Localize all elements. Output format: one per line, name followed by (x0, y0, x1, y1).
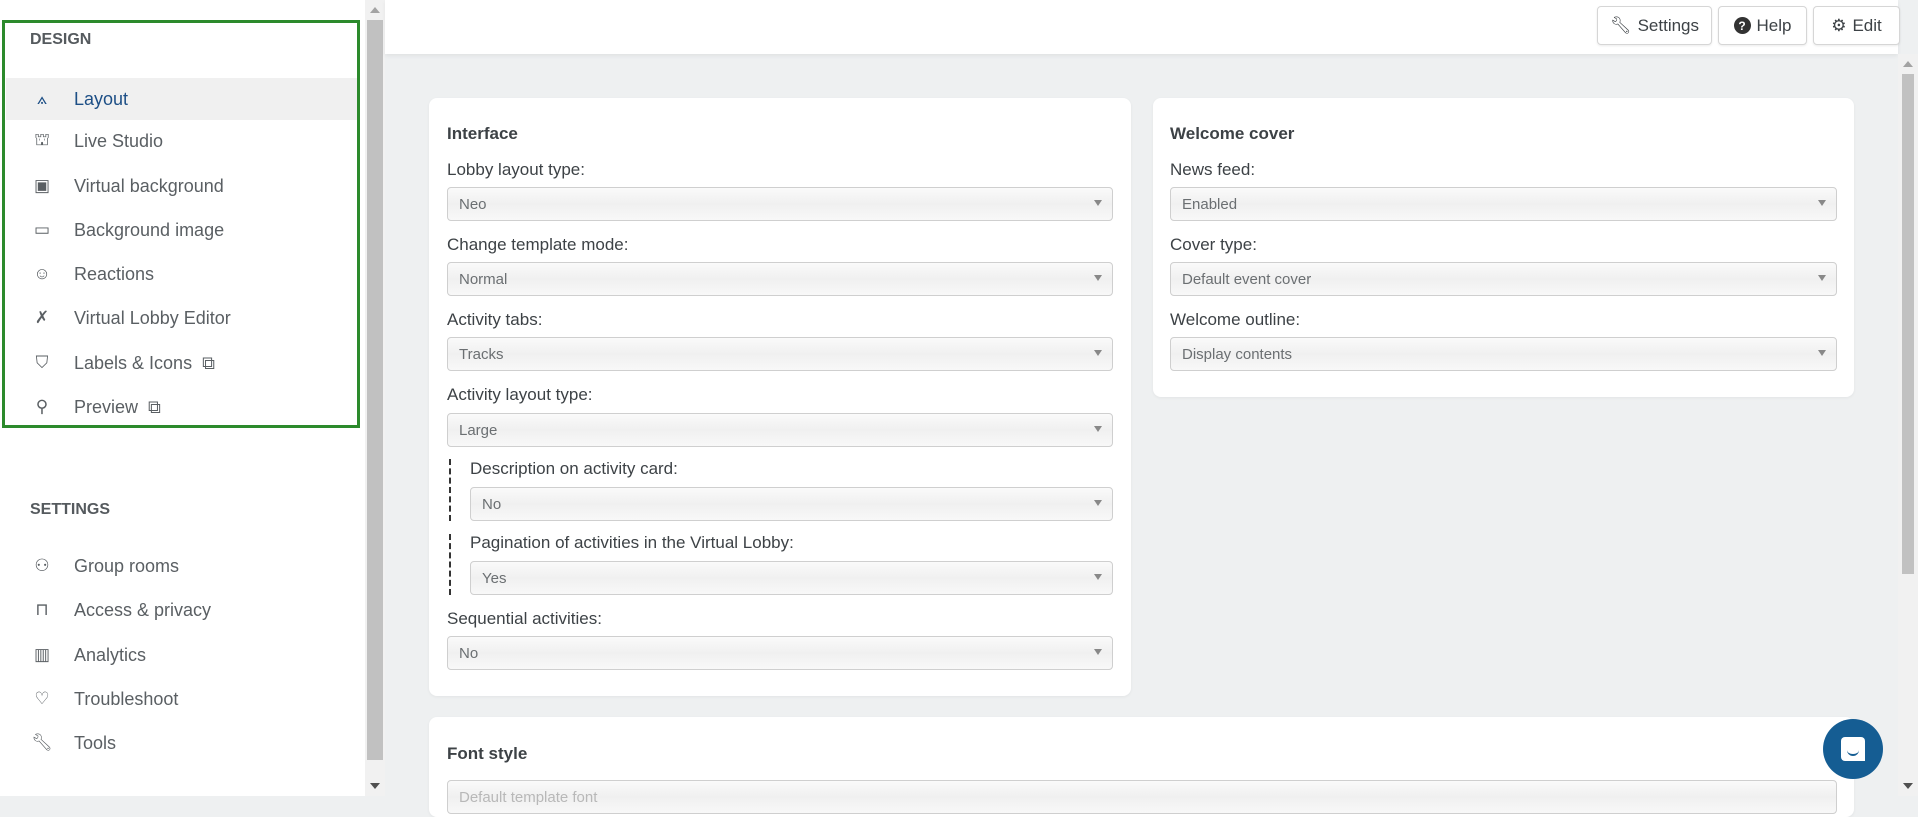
chat-icon (1841, 737, 1865, 761)
select-value: Default event cover (1182, 270, 1312, 288)
help-button[interactable]: ? Help (1718, 6, 1807, 45)
select-value: Enabled (1182, 195, 1238, 213)
scroll-down-icon[interactable] (1903, 783, 1913, 789)
select-value: Tracks (459, 345, 504, 363)
select-value: Display contents (1182, 345, 1293, 363)
chat-launcher-button[interactable] (1823, 719, 1883, 779)
select-value: Default template font (459, 788, 598, 806)
gear-icon: ⚙ (1831, 15, 1847, 35)
sidebar-item-label: Group rooms (74, 555, 180, 576)
caret-down-icon (1094, 275, 1102, 281)
select-value: No (459, 644, 479, 662)
sidebar-item-group-rooms[interactable]: ⚇ Group rooms (6, 545, 357, 587)
sidebar-scrollbar[interactable] (365, 0, 385, 796)
caret-down-icon (1818, 275, 1826, 281)
select-value: Normal (459, 270, 508, 288)
group-icon: ⚇ (34, 556, 50, 575)
edit-button[interactable]: ⚙ Edit (1813, 6, 1900, 45)
field-label: Lobby layout type: (447, 160, 585, 179)
sidebar-item-analytics[interactable]: ▥ Analytics (6, 634, 357, 676)
lobby-layout-type-select[interactable]: Neo (447, 187, 1113, 221)
scroll-up-icon[interactable] (1903, 61, 1913, 67)
sidebar-item-tools[interactable]: 🔧︎ Tools (6, 722, 357, 764)
settings-label: Settings (1637, 15, 1700, 35)
sidebar: DESIGN ⟑ Layout ⛫ Live Studio ▣ Virtual bac… (0, 0, 365, 796)
edit-label: Edit (1852, 15, 1882, 35)
main-scrollbar[interactable] (1898, 54, 1918, 796)
field-label: Welcome outline: (1170, 310, 1301, 329)
caret-down-icon (1094, 500, 1102, 506)
field-label: Description on activity card: (470, 459, 678, 478)
activity-tabs-select[interactable]: Tracks (447, 337, 1113, 371)
sidebar-item-label: Troubleshoot (74, 688, 179, 709)
highlight-box (2, 20, 360, 428)
field-label: Activity tabs: (447, 310, 543, 329)
indent-guide (449, 459, 451, 521)
door-icon: ⊓ (35, 600, 49, 619)
sidebar-item-label: Analytics (74, 644, 147, 665)
scrollbar-thumb[interactable] (367, 20, 383, 760)
select-value: No (482, 495, 502, 513)
select-value: Yes (482, 569, 507, 587)
settings-heading: SETTINGS (30, 501, 111, 518)
select-value: Large (459, 421, 498, 439)
field-label: Pagination of activities in the Virtual … (470, 533, 794, 552)
heart-pulse-icon: ♡ (34, 689, 50, 708)
pagination-select[interactable]: Yes (470, 561, 1113, 595)
field-label: Activity layout type: (447, 385, 593, 404)
help-label: Help (1756, 15, 1792, 35)
caret-down-icon (1818, 200, 1826, 206)
change-template-mode-select[interactable]: Normal (447, 262, 1113, 296)
caret-down-icon (1094, 350, 1102, 356)
caret-down-icon (1094, 426, 1102, 432)
wrench-icon: 🔧︎ (31, 733, 53, 752)
sidebar-item-access-privacy[interactable]: ⊓ Access & privacy (6, 589, 357, 631)
top-bar: 🔧︎ Settings ? Help ⚙ Edit (385, 0, 1900, 54)
description-on-activity-card-select[interactable]: No (470, 487, 1113, 521)
scrollbar-thumb[interactable] (1902, 74, 1914, 574)
scroll-down-icon[interactable] (370, 783, 380, 789)
caret-down-icon (1094, 649, 1102, 655)
caret-down-icon (1818, 350, 1826, 356)
sequential-activities-select[interactable]: No (447, 636, 1113, 670)
sidebar-item-label: Access & privacy (74, 599, 212, 620)
sidebar-item-troubleshoot[interactable]: ♡ Troubleshoot (6, 678, 357, 720)
welcome-outline-select[interactable]: Display contents (1170, 337, 1837, 371)
indent-guide (449, 534, 451, 595)
field-label: News feed: (1170, 160, 1256, 179)
field-label: Change template mode: (447, 235, 629, 254)
activity-layout-type-select[interactable]: Large (447, 413, 1113, 447)
select-value: Neo (459, 195, 487, 213)
settings-button[interactable]: 🔧︎ Settings (1597, 6, 1712, 45)
chart-icon: ▥ (33, 645, 51, 664)
wrench-icon: 🔧︎ (1609, 15, 1632, 35)
font-style-select[interactable]: Default template font (447, 780, 1837, 814)
caret-down-icon (1094, 200, 1102, 206)
scroll-up-icon[interactable] (370, 7, 380, 13)
caret-down-icon (1094, 574, 1102, 580)
sidebar-item-label: Tools (74, 732, 117, 753)
field-label: Cover type: (1170, 235, 1257, 254)
interface-title: Interface (447, 124, 518, 143)
field-label: Sequential activities: (447, 609, 602, 628)
news-feed-select[interactable]: Enabled (1170, 187, 1837, 221)
welcome-title: Welcome cover (1170, 124, 1295, 143)
question-circle-icon: ? (1733, 17, 1751, 34)
cover-type-select[interactable]: Default event cover (1170, 262, 1837, 296)
font-style-title: Font style (447, 744, 528, 763)
